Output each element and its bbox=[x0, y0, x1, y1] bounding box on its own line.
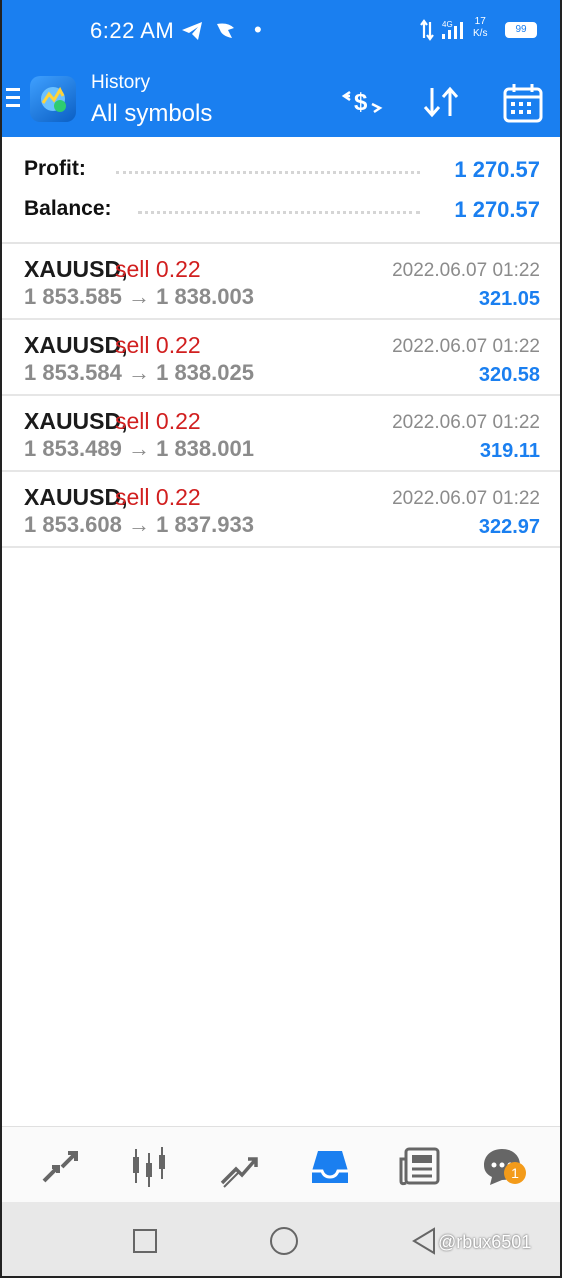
back-icon[interactable] bbox=[410, 1226, 438, 1261]
app-notification-icon bbox=[214, 20, 238, 47]
network-speed: 17 K/s bbox=[473, 16, 487, 40]
app-bar: History All symbols $ bbox=[2, 64, 560, 137]
deal-datetime: 2022.06.07 01:22 bbox=[392, 260, 540, 281]
profit-value: 1 270.57 bbox=[454, 157, 540, 182]
deal-side: sell 0.22 bbox=[115, 484, 201, 510]
speed-value: 17 bbox=[474, 16, 486, 27]
news-icon[interactable] bbox=[398, 1145, 442, 1189]
deal-profit: 320.58 bbox=[478, 364, 540, 386]
speed-unit: K/s bbox=[473, 28, 488, 39]
battery-icon: 99 bbox=[505, 22, 537, 38]
profit-label: Profit: bbox=[24, 157, 86, 180]
signal-icon: 4G bbox=[420, 18, 470, 47]
dotted-leader bbox=[138, 211, 420, 216]
home-icon[interactable] bbox=[269, 1226, 299, 1261]
deal-row[interactable]: XAUUSD, sell 0.22 2022.06.07 01:22 1 853… bbox=[2, 396, 560, 472]
account-summary: Profit: 1 270.57 Balance: 1 270.57 bbox=[2, 137, 560, 244]
calendar-icon[interactable] bbox=[502, 82, 544, 129]
deal-prices: 1 853.585 → 1 838.003 bbox=[24, 284, 254, 309]
deal-side: sell 0.22 bbox=[115, 332, 201, 358]
deal-symbol: XAUUSD, bbox=[24, 408, 128, 434]
svg-text:4G: 4G bbox=[442, 20, 453, 29]
deal-profit: 321.05 bbox=[478, 288, 540, 310]
balance-value: 1 270.57 bbox=[454, 197, 540, 222]
telegram-icon bbox=[180, 20, 204, 47]
status-time: 6:22 AM bbox=[90, 18, 175, 43]
deal-datetime: 2022.06.07 01:22 bbox=[392, 488, 540, 509]
deal-profit: 322.97 bbox=[478, 516, 540, 538]
deal-prices: 1 853.608 → 1 837.933 bbox=[24, 512, 254, 537]
page-subtitle: History bbox=[91, 72, 151, 93]
deal-datetime: 2022.06.07 01:22 bbox=[392, 412, 540, 433]
deal-row[interactable]: XAUUSD, sell 0.22 2022.06.07 01:22 1 853… bbox=[2, 472, 560, 548]
watermark: @rbux6501 bbox=[438, 1232, 532, 1252]
history-icon[interactable] bbox=[308, 1145, 352, 1189]
deal-row[interactable]: XAUUSD, sell 0.22 2022.06.07 01:22 1 853… bbox=[2, 320, 560, 396]
deal-side: sell 0.22 bbox=[115, 408, 201, 434]
profit-row: Profit: 1 270.57 bbox=[24, 157, 540, 187]
svg-text:$: $ bbox=[354, 89, 368, 116]
trade-icon[interactable] bbox=[218, 1145, 262, 1189]
chat-badge: 1 bbox=[504, 1162, 526, 1184]
page-title[interactable]: All symbols bbox=[91, 100, 212, 128]
deal-side: sell 0.22 bbox=[115, 256, 201, 282]
phone-screen: 6:22 AM • 4G 17 K/s 99 History All symbo… bbox=[0, 0, 562, 1278]
deal-symbol: XAUUSD, bbox=[24, 484, 128, 510]
deal-symbol: XAUUSD, bbox=[24, 256, 128, 282]
chart-icon[interactable] bbox=[128, 1145, 172, 1189]
sort-icon[interactable] bbox=[420, 82, 464, 127]
deal-prices: 1 853.584 → 1 838.025 bbox=[24, 360, 254, 385]
deal-symbol: XAUUSD, bbox=[24, 332, 128, 358]
balance-row: Balance: 1 270.57 bbox=[24, 197, 540, 227]
top-bar: 6:22 AM • 4G 17 K/s 99 History All symbo… bbox=[2, 0, 560, 137]
more-notifications-icon: • bbox=[254, 17, 262, 42]
deal-prices: 1 853.489 → 1 838.001 bbox=[24, 436, 254, 461]
status-bar: 6:22 AM • 4G 17 K/s 99 bbox=[2, 0, 560, 64]
deal-profit: 319.11 bbox=[479, 440, 540, 462]
deal-datetime: 2022.06.07 01:22 bbox=[392, 336, 540, 357]
balance-label: Balance: bbox=[24, 197, 112, 220]
quotes-icon[interactable] bbox=[38, 1145, 82, 1189]
dotted-leader bbox=[116, 171, 420, 176]
currency-exchange-icon[interactable]: $ bbox=[340, 82, 384, 127]
app-logo bbox=[30, 76, 76, 122]
deal-row[interactable]: XAUUSD, sell 0.22 2022.06.07 01:22 1 853… bbox=[2, 244, 560, 320]
bottom-navigation bbox=[2, 1126, 560, 1203]
recents-icon[interactable] bbox=[132, 1228, 158, 1259]
menu-icon[interactable] bbox=[6, 88, 20, 112]
